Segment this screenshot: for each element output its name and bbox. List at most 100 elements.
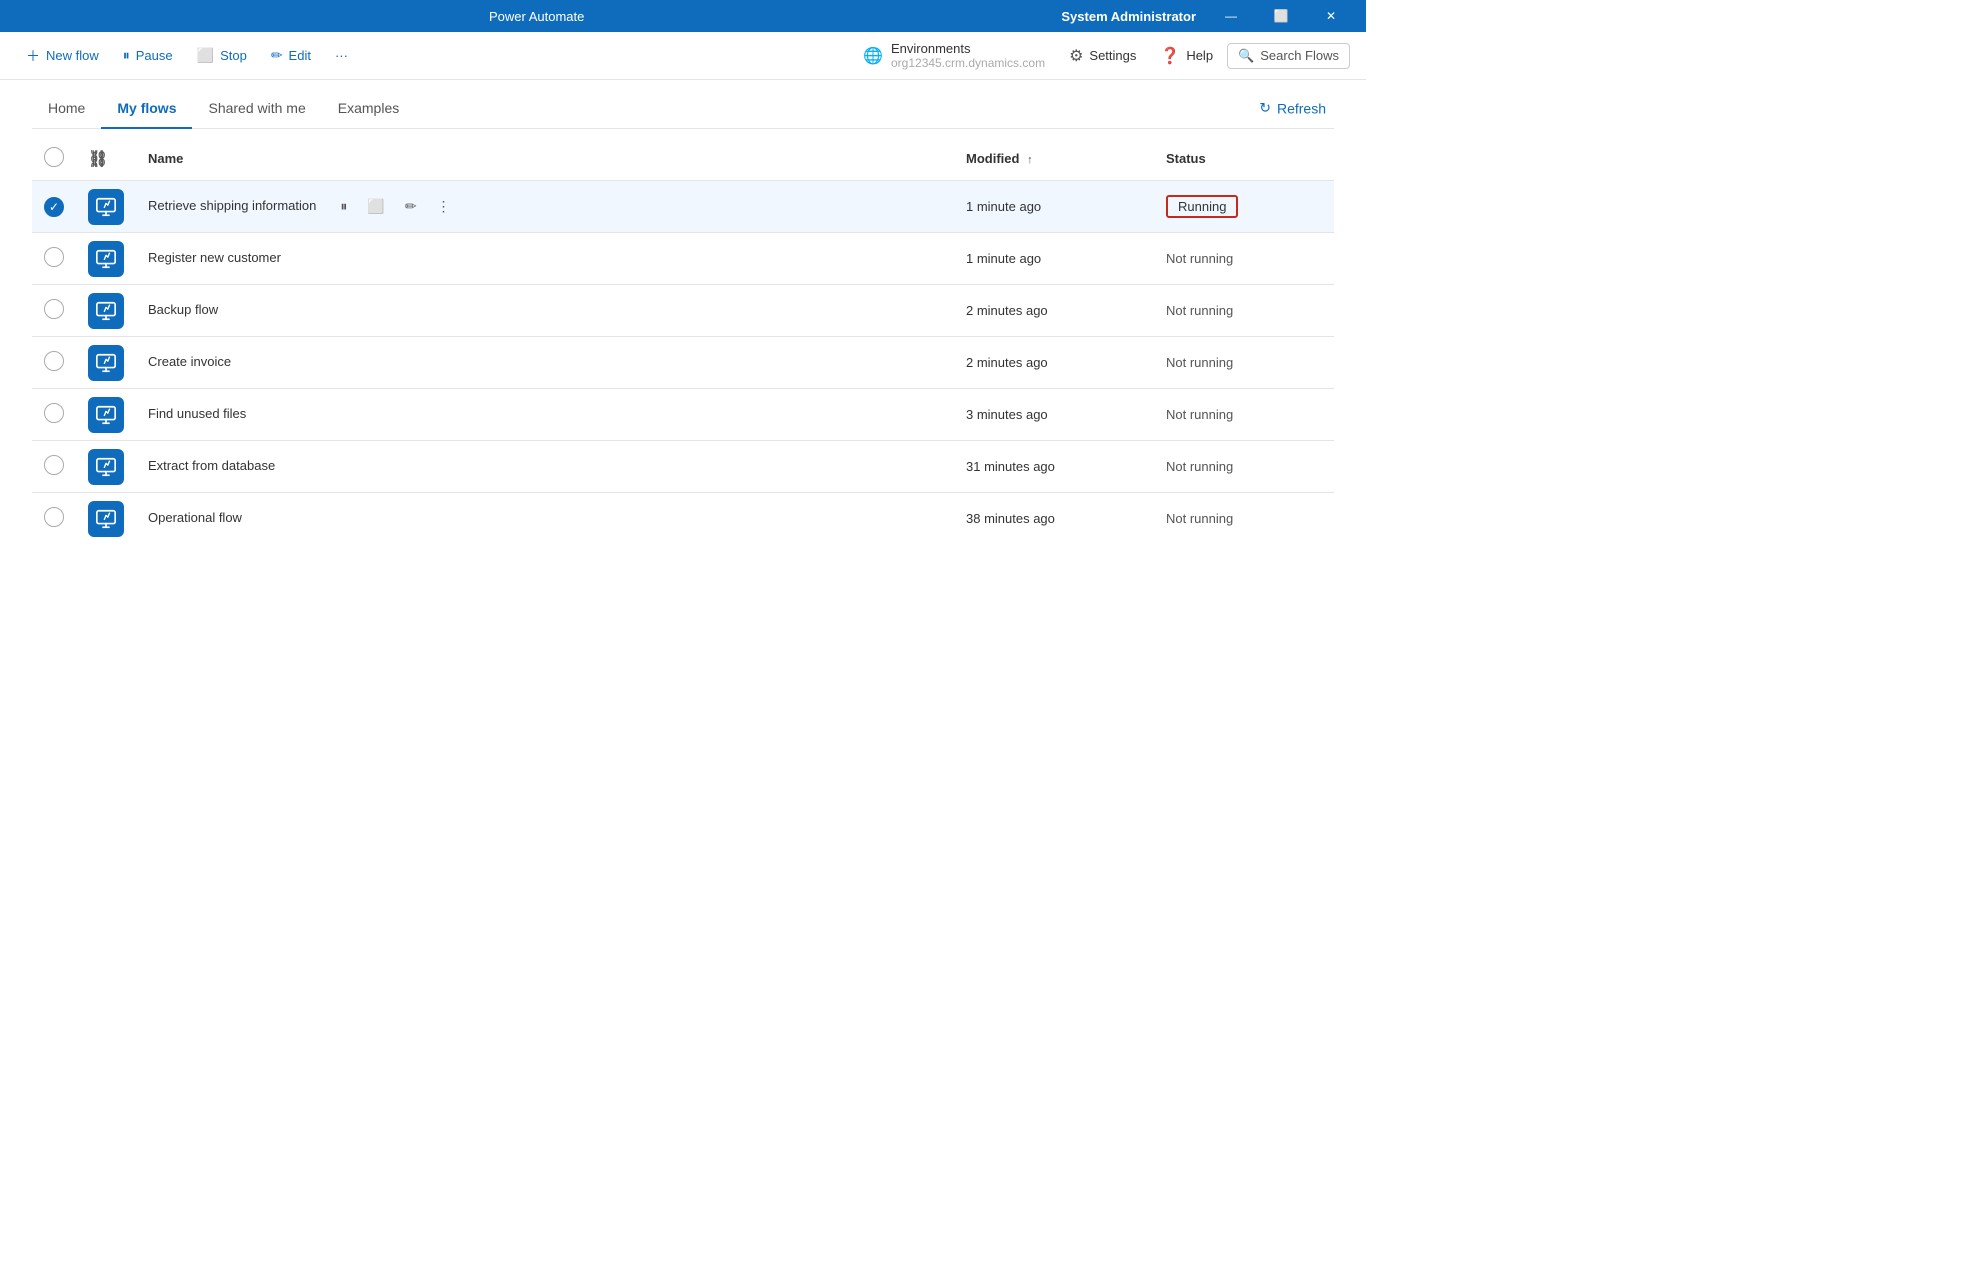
search-flows-box[interactable]: 🔍 Search Flows xyxy=(1227,43,1350,69)
row-stop-button[interactable]: ⬜ xyxy=(278,350,303,375)
settings-label: Settings xyxy=(1089,48,1136,63)
select-all-checkbox[interactable] xyxy=(44,147,64,167)
flow-modified-cell: 1 minute ago xyxy=(954,181,1154,233)
tab-examples[interactable]: Examples xyxy=(322,88,415,128)
status-header: Status xyxy=(1154,137,1334,181)
flow-icon-cell xyxy=(76,441,136,493)
flow-modified-cell: 2 minutes ago xyxy=(954,337,1154,389)
select-all-header[interactable] xyxy=(32,137,76,181)
row-checkbox[interactable]: ✓ xyxy=(44,197,64,217)
flow-modified-cell: 31 minutes ago xyxy=(954,441,1154,493)
search-icon: 🔍 xyxy=(1238,48,1254,64)
flow-name: Retrieve shipping information xyxy=(148,198,316,213)
table-row[interactable]: Backup flow⏸⬜✏⋮2 minutes agoNot running xyxy=(32,285,1334,337)
refresh-icon: ↻ xyxy=(1259,100,1271,117)
row-stop-button[interactable]: ⬜ xyxy=(265,298,290,323)
flow-name-cell: Retrieve shipping information ⏸ ⬜ ✏ ⋮ xyxy=(136,181,954,233)
row-checkbox[interactable] xyxy=(44,351,64,371)
row-checkbox[interactable] xyxy=(44,247,64,267)
table-row[interactable]: Operational flow⏸⬜✏⋮38 minutes agoNot ru… xyxy=(32,493,1334,545)
row-checkbox[interactable] xyxy=(44,403,64,423)
stop-button[interactable]: ⬜ Stop xyxy=(187,41,257,70)
user-name: System Administrator xyxy=(1061,9,1196,24)
row-stop-button[interactable]: ⬜ xyxy=(322,454,347,479)
environments-button[interactable]: 🌐 Environments org12345.crm.dynamics.com xyxy=(853,35,1055,76)
flow-icon xyxy=(88,345,124,381)
row-pause-button[interactable]: ⏸ xyxy=(301,246,316,271)
row-edit-button[interactable]: ✏ xyxy=(365,246,385,271)
flow-icon xyxy=(88,501,124,537)
row-checkbox[interactable] xyxy=(44,299,64,319)
modified-header[interactable]: Modified ↑ xyxy=(954,137,1154,181)
flows-table: ⛓ Name Modified ↑ Status ✓ Retrieve ship… xyxy=(32,137,1334,545)
row-edit-button[interactable]: ✏ xyxy=(401,194,421,219)
pause-button[interactable]: ⏸ Pause xyxy=(113,41,183,70)
flow-icon xyxy=(88,293,124,329)
row-pause-button[interactable]: ⏸ xyxy=(238,298,253,323)
row-more-button[interactable]: ⋮ xyxy=(362,402,384,427)
flow-name: Extract from database xyxy=(148,458,275,473)
table-row[interactable]: Find unused files⏸⬜✏⋮3 minutes agoNot ru… xyxy=(32,389,1334,441)
row-more-button[interactable]: ⋮ xyxy=(347,350,369,375)
flow-icon-cell xyxy=(76,233,136,285)
table-row[interactable]: ✓ Retrieve shipping information ⏸ ⬜ ✏ ⋮ 1 min… xyxy=(32,181,1334,233)
table-row[interactable]: Register new customer⏸⬜✏⋮1 minute agoNot… xyxy=(32,233,1334,285)
more-icon: ··· xyxy=(335,48,348,63)
row-pause-button[interactable]: ⏸ xyxy=(266,402,281,427)
globe-icon: 🌐 xyxy=(863,46,883,66)
flow-icon-cell xyxy=(76,389,136,441)
row-edit-button[interactable]: ✏ xyxy=(331,402,351,427)
flow-icon-cell xyxy=(76,285,136,337)
refresh-button[interactable]: ↻ Refresh xyxy=(1251,96,1334,121)
table-row[interactable]: Create invoice⏸⬜✏⋮2 minutes agoNot runni… xyxy=(32,337,1334,389)
flow-status-cell: Not running xyxy=(1154,493,1334,545)
row-stop-button[interactable]: ⬜ xyxy=(289,506,314,531)
tab-shared[interactable]: Shared with me xyxy=(192,88,321,128)
row-more-button[interactable]: ⋮ xyxy=(334,298,356,323)
row-pause-button[interactable]: ⏸ xyxy=(336,194,351,219)
flow-name: Operational flow xyxy=(148,510,242,525)
tab-my-flows[interactable]: My flows xyxy=(101,88,192,128)
settings-button[interactable]: ⚙ Settings xyxy=(1059,40,1146,72)
table-row[interactable]: Extract from database ⏸ ⬜ ✏ ⋮ 31 minutes ago N… xyxy=(32,441,1334,493)
more-button[interactable]: ··· xyxy=(325,42,358,69)
row-stop-button[interactable]: ⬜ xyxy=(363,194,388,219)
search-label: Search Flows xyxy=(1260,48,1339,63)
restore-button[interactable]: ⬜ xyxy=(1258,0,1304,32)
flow-icon xyxy=(88,189,124,225)
flow-status-cell: Not running xyxy=(1154,233,1334,285)
flow-modified-cell: 2 minutes ago xyxy=(954,285,1154,337)
row-pause-button[interactable]: ⏸ xyxy=(251,350,266,375)
row-stop-button[interactable]: ⬜ xyxy=(328,246,353,271)
row-more-button[interactable]: ⋮ xyxy=(433,194,455,219)
new-flow-button[interactable]: ＋ New flow xyxy=(16,40,109,72)
minimize-button[interactable]: — xyxy=(1208,0,1254,32)
row-checkbox[interactable] xyxy=(44,455,64,475)
row-checkbox-cell xyxy=(32,337,76,389)
row-pause-button[interactable]: ⏸ xyxy=(262,506,277,531)
row-more-button[interactable]: ⋮ xyxy=(358,506,380,531)
row-edit-button[interactable]: ✏ xyxy=(360,454,380,479)
name-header[interactable]: Name xyxy=(136,137,954,181)
flow-icon xyxy=(88,449,124,485)
row-more-button[interactable]: ⋮ xyxy=(391,454,413,479)
row-edit-button[interactable]: ✏ xyxy=(326,506,346,531)
row-pause-button[interactable]: ⏸ xyxy=(295,454,310,479)
flow-status-cell: Running xyxy=(1154,181,1334,233)
flow-icon xyxy=(88,241,124,277)
edit-button[interactable]: ✏ Edit xyxy=(261,41,321,70)
app-title: Power Automate xyxy=(489,9,584,24)
help-icon: ❓ xyxy=(1160,46,1180,66)
row-checkbox[interactable] xyxy=(44,507,64,527)
row-edit-button[interactable]: ✏ xyxy=(316,350,336,375)
row-edit-button[interactable]: ✏ xyxy=(303,298,323,323)
row-checkbox-cell: ✓ xyxy=(32,181,76,233)
tab-home[interactable]: Home xyxy=(32,88,101,128)
help-button[interactable]: ❓ Help xyxy=(1150,40,1223,72)
plus-icon: ＋ xyxy=(26,46,40,66)
row-more-button[interactable]: ⋮ xyxy=(397,246,419,271)
row-stop-button[interactable]: ⬜ xyxy=(293,402,318,427)
close-button[interactable]: ✕ xyxy=(1308,0,1354,32)
environments-value: org12345.crm.dynamics.com xyxy=(891,56,1045,70)
status-text: Not running xyxy=(1166,459,1233,474)
